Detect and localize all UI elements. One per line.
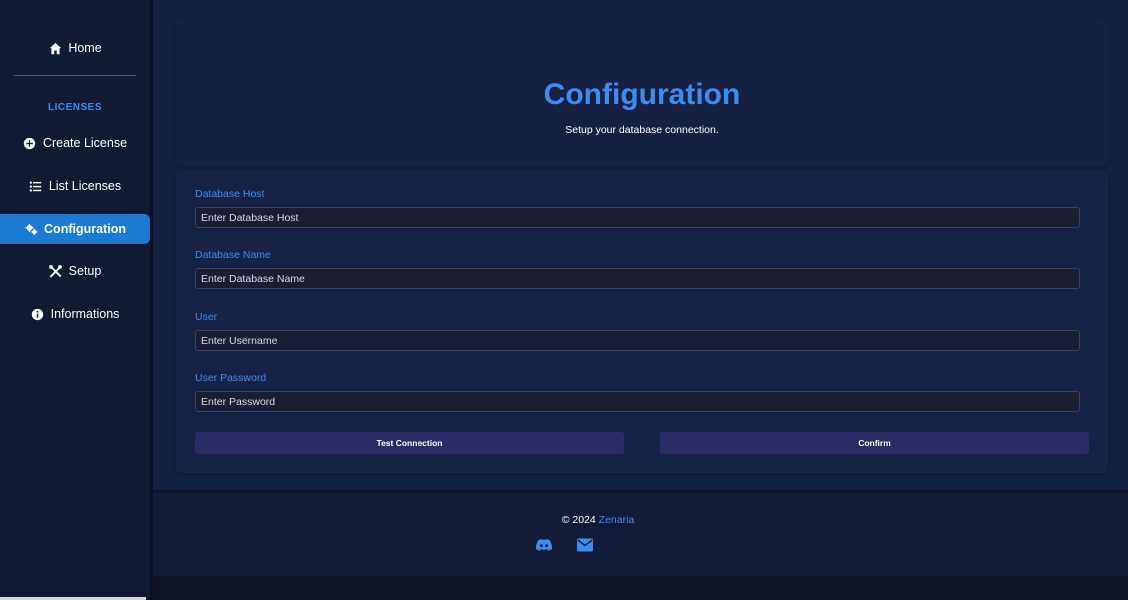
nav-configuration[interactable]: Configuration (0, 214, 150, 244)
header-card: Configuration Setup your database connec… (176, 18, 1108, 166)
copyright-text: © 2024 (561, 514, 596, 526)
sidebar: Home LICENSES Create License List Licens… (0, 0, 150, 600)
mail-icon[interactable] (577, 538, 593, 552)
nav-informations[interactable]: Informations (0, 299, 150, 329)
password-input[interactable] (195, 391, 1080, 412)
sidebar-section-title: LICENSES (47, 102, 102, 113)
footer: © 2024 Zenaria (153, 493, 1128, 576)
info-icon (31, 307, 45, 321)
password-label: User Password (195, 372, 267, 384)
db-name-label: Database Name (195, 249, 271, 261)
bottom-strip (153, 576, 1128, 600)
db-host-label: Database Host (195, 188, 265, 200)
plus-circle-icon (23, 136, 37, 150)
nav-list-licenses[interactable]: List Licenses (0, 171, 150, 201)
tools-icon (49, 264, 63, 278)
nav-informations-label: Informations (50, 307, 120, 321)
discord-icon[interactable] (536, 538, 552, 552)
db-name-input[interactable] (195, 268, 1080, 289)
user-label: User (195, 311, 218, 323)
brand-link[interactable]: Zenaria (599, 514, 635, 526)
list-icon (29, 179, 43, 193)
home-icon (48, 41, 62, 55)
page-title: Configuration (543, 78, 741, 111)
db-host-input[interactable] (195, 207, 1080, 228)
nav-home[interactable]: Home (0, 33, 150, 63)
nav-configuration-label: Configuration (44, 222, 126, 236)
confirm-button[interactable]: Confirm (660, 432, 1089, 454)
nav-create-license[interactable]: Create License (0, 128, 150, 158)
config-form: Database Host Database Name User User Pa… (176, 170, 1108, 473)
cogs-icon (24, 222, 38, 236)
nav-list-licenses-label: List Licenses (48, 179, 122, 193)
test-connection-button[interactable]: Test Connection (195, 432, 624, 454)
nav-create-license-label: Create License (42, 136, 128, 150)
nav-setup[interactable]: Setup (0, 256, 150, 286)
sidebar-separator (14, 75, 136, 76)
copyright: © 2024 Zenaria (153, 514, 1043, 526)
page-subtitle: Setup your database connection. (565, 124, 719, 136)
nav-setup-label: Setup (68, 264, 102, 278)
nav-home-label: Home (68, 41, 102, 55)
username-input[interactable] (195, 330, 1080, 351)
